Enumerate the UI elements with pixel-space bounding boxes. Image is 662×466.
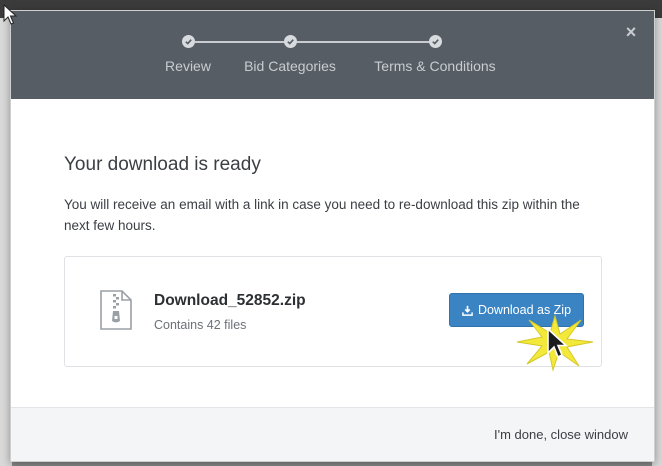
- download-icon: [462, 305, 473, 316]
- close-icon[interactable]: ×: [622, 23, 640, 41]
- file-card: Download_52852.zip Contains 42 files Dow…: [64, 256, 602, 372]
- file-count: Contains 42 files: [154, 318, 247, 332]
- step-complete-icon: [182, 35, 195, 48]
- download-zip-button[interactable]: Download as Zip: [449, 293, 584, 327]
- step-review: Review: [165, 58, 211, 74]
- step-connector: [297, 41, 435, 43]
- dialog-description: You will receive an email with a link in…: [64, 197, 580, 233]
- dialog-title: Your download is ready: [64, 154, 261, 175]
- progress-stepper: Review Bid Categories Terms & Conditions: [11, 11, 654, 99]
- dialog-header: Review Bid Categories Terms & Conditions…: [11, 11, 654, 99]
- download-button-label: Download as Zip: [477, 303, 572, 317]
- step-connector: [195, 41, 291, 43]
- file-name: Download_52852.zip: [154, 292, 306, 309]
- step-bid-categories: Bid Categories: [244, 58, 336, 74]
- mouse-cursor-icon: [547, 327, 568, 359]
- zip-file-icon: [100, 290, 132, 330]
- close-window-link[interactable]: I'm done, close window: [494, 427, 628, 442]
- corner-cursor-icon: [3, 4, 17, 25]
- dialog-footer: I'm done, close window: [11, 407, 654, 461]
- step-terms-conditions: Terms & Conditions: [374, 58, 496, 74]
- download-dialog: Review Bid Categories Terms & Conditions…: [10, 10, 655, 462]
- step-complete-icon: [284, 35, 297, 48]
- step-complete-icon: [429, 35, 442, 48]
